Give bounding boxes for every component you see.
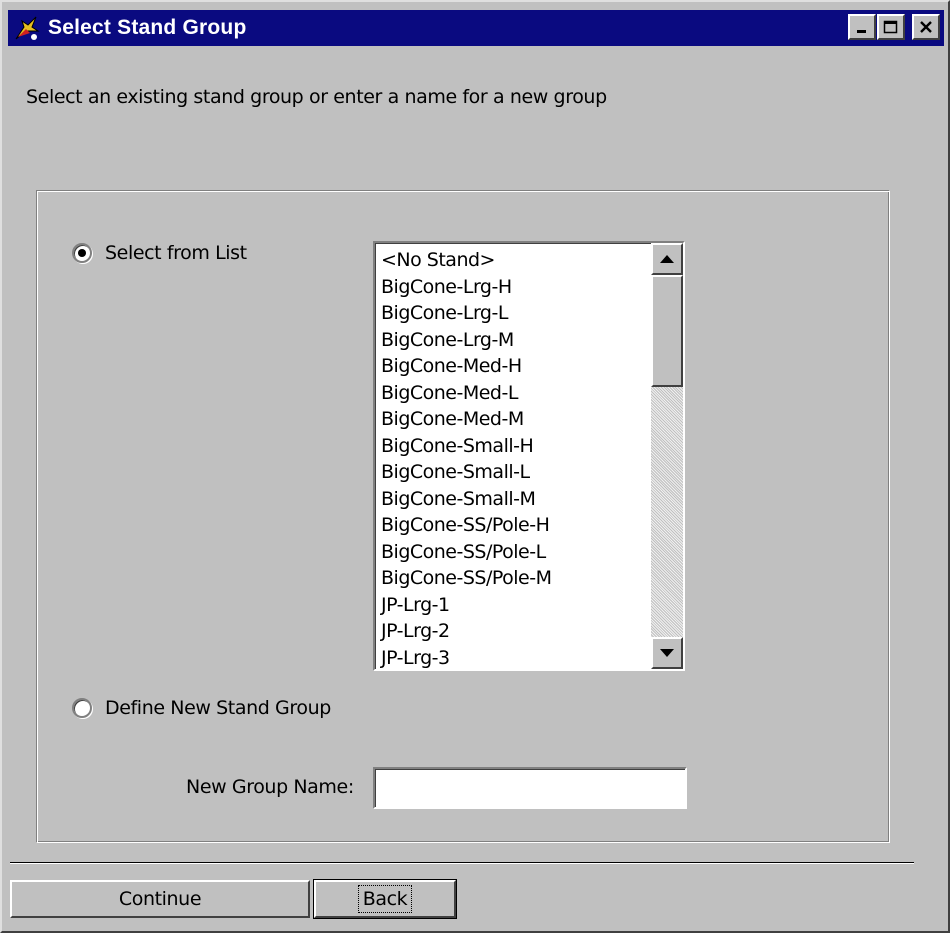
instruction-text: Select an existing stand group or enter … xyxy=(26,86,607,108)
define-new-group-option[interactable]: Define New Stand Group xyxy=(72,697,331,719)
stand-group-list: <No Stand> BigCone-Lrg-H BigCone-Lrg-L BigC… xyxy=(381,247,649,670)
list-item[interactable]: BigCone-Lrg-H xyxy=(381,274,649,301)
list-item[interactable]: BigCone-Small-H xyxy=(381,433,649,460)
list-item[interactable]: BigCone-Med-H xyxy=(381,353,649,380)
list-item[interactable]: BigCone-Med-L xyxy=(381,380,649,407)
list-item[interactable]: JP-Lrg-3 xyxy=(381,645,649,670)
dialog-window: Select Stand Group Select an existing st… xyxy=(0,0,950,933)
maximize-icon xyxy=(883,20,898,34)
new-group-name-label: New Group Name: xyxy=(186,776,354,798)
scroll-thumb[interactable] xyxy=(651,275,683,387)
maximize-button[interactable] xyxy=(877,14,905,40)
continue-button[interactable]: Continue xyxy=(10,880,310,918)
radio-selected-dot xyxy=(78,249,86,257)
select-from-list-label: Select from List xyxy=(105,242,247,264)
list-item[interactable]: <No Stand> xyxy=(381,247,649,274)
list-item[interactable]: BigCone-SS/Pole-H xyxy=(381,512,649,539)
list-item[interactable]: BigCone-Med-M xyxy=(381,406,649,433)
define-new-group-label: Define New Stand Group xyxy=(105,697,331,719)
window-title: Select Stand Group xyxy=(48,16,247,39)
list-item[interactable]: BigCone-SS/Pole-M xyxy=(381,565,649,592)
list-item[interactable]: BigCone-Small-M xyxy=(381,486,649,513)
list-item[interactable]: JP-Lrg-2 xyxy=(381,618,649,645)
list-item[interactable]: BigCone-Small-L xyxy=(381,459,649,486)
stand-group-listbox[interactable]: <No Stand> BigCone-Lrg-H BigCone-Lrg-L BigC… xyxy=(373,241,685,671)
select-from-list-radio[interactable] xyxy=(72,243,92,263)
select-from-list-option[interactable]: Select from List xyxy=(72,242,247,264)
scroll-down-button[interactable] xyxy=(651,637,683,669)
back-button-label: Back xyxy=(357,885,413,913)
list-item[interactable]: JP-Lrg-1 xyxy=(381,592,649,619)
close-icon xyxy=(920,21,932,33)
define-new-group-radio[interactable] xyxy=(72,698,92,718)
arrow-up-icon xyxy=(660,255,674,263)
list-item[interactable]: BigCone-SS/Pole-L xyxy=(381,539,649,566)
list-item[interactable]: BigCone-Lrg-L xyxy=(381,300,649,327)
arrow-down-icon xyxy=(660,649,674,657)
app-icon xyxy=(15,16,40,40)
minimize-button[interactable] xyxy=(848,14,876,40)
continue-button-label: Continue xyxy=(118,888,202,910)
list-item[interactable]: BigCone-Lrg-M xyxy=(381,327,649,354)
separator-line xyxy=(10,862,914,864)
scroll-up-button[interactable] xyxy=(651,243,683,275)
minimize-icon xyxy=(857,30,866,33)
new-group-name-input[interactable] xyxy=(373,767,687,809)
list-scrollbar[interactable] xyxy=(651,243,683,669)
title-bar[interactable]: Select Stand Group xyxy=(8,10,944,46)
close-button[interactable] xyxy=(912,14,940,40)
back-button[interactable]: Back xyxy=(313,879,457,919)
